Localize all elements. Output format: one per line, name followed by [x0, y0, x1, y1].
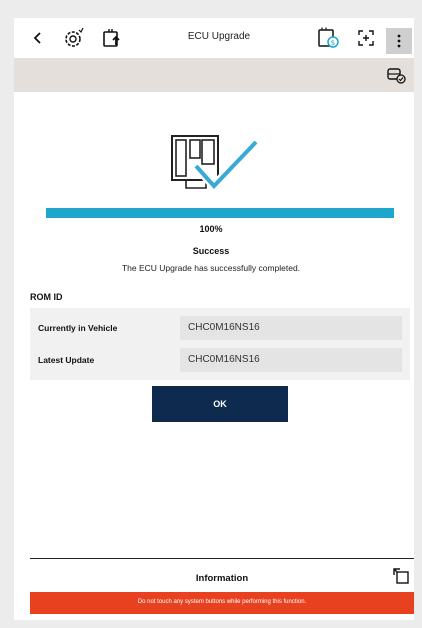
vehicle-info-bar [14, 58, 414, 92]
page-title: ECU Upgrade [187, 31, 251, 42]
car-check-icon[interactable] [386, 65, 406, 85]
rom-row-latest: Latest Update CHC0M16NS16 [30, 348, 410, 372]
rom-id-title: ROM ID [30, 292, 63, 302]
progress-percent: 100% [199, 224, 223, 234]
ok-button[interactable]: OK [152, 386, 288, 422]
status-text: Success [192, 246, 230, 256]
storage-icon: $ [318, 27, 339, 48]
ecu-upload-button[interactable] [98, 24, 126, 52]
capture-icon [358, 30, 374, 46]
capture-button[interactable] [352, 24, 380, 52]
information-bar[interactable]: Information [30, 558, 414, 592]
storage-button[interactable]: $ [314, 24, 342, 52]
more-vertical-icon [397, 34, 401, 48]
top-toolbar: ECU Upgrade $ [14, 18, 414, 58]
back-icon [33, 32, 41, 44]
warning-banner: Do not touch any system buttons while pe… [30, 592, 414, 614]
status-message: The ECU Upgrade has successfully complet… [121, 263, 301, 273]
rom-row-value: CHC0M16NS16 [180, 348, 402, 372]
rom-row-current: Currently in Vehicle CHC0M16NS16 [30, 316, 410, 340]
rom-id-table: Currently in Vehicle CHC0M16NS16 Latest … [30, 308, 410, 380]
progress-fill [46, 208, 394, 218]
svg-text:$: $ [331, 39, 335, 47]
rom-row-label: Latest Update [38, 355, 95, 365]
back-button[interactable] [24, 24, 52, 52]
ecu-success-icon [171, 135, 260, 193]
information-label: Information [195, 573, 249, 584]
rom-row-label: Currently in Vehicle [38, 323, 118, 333]
settings-button[interactable] [60, 24, 88, 52]
rom-row-value: CHC0M16NS16 [180, 316, 402, 340]
ecu-upload-icon [103, 29, 120, 47]
progress-bar [46, 208, 394, 218]
more-menu-button[interactable] [386, 28, 412, 54]
expand-icon[interactable] [392, 567, 410, 585]
gear-icon [65, 27, 84, 47]
